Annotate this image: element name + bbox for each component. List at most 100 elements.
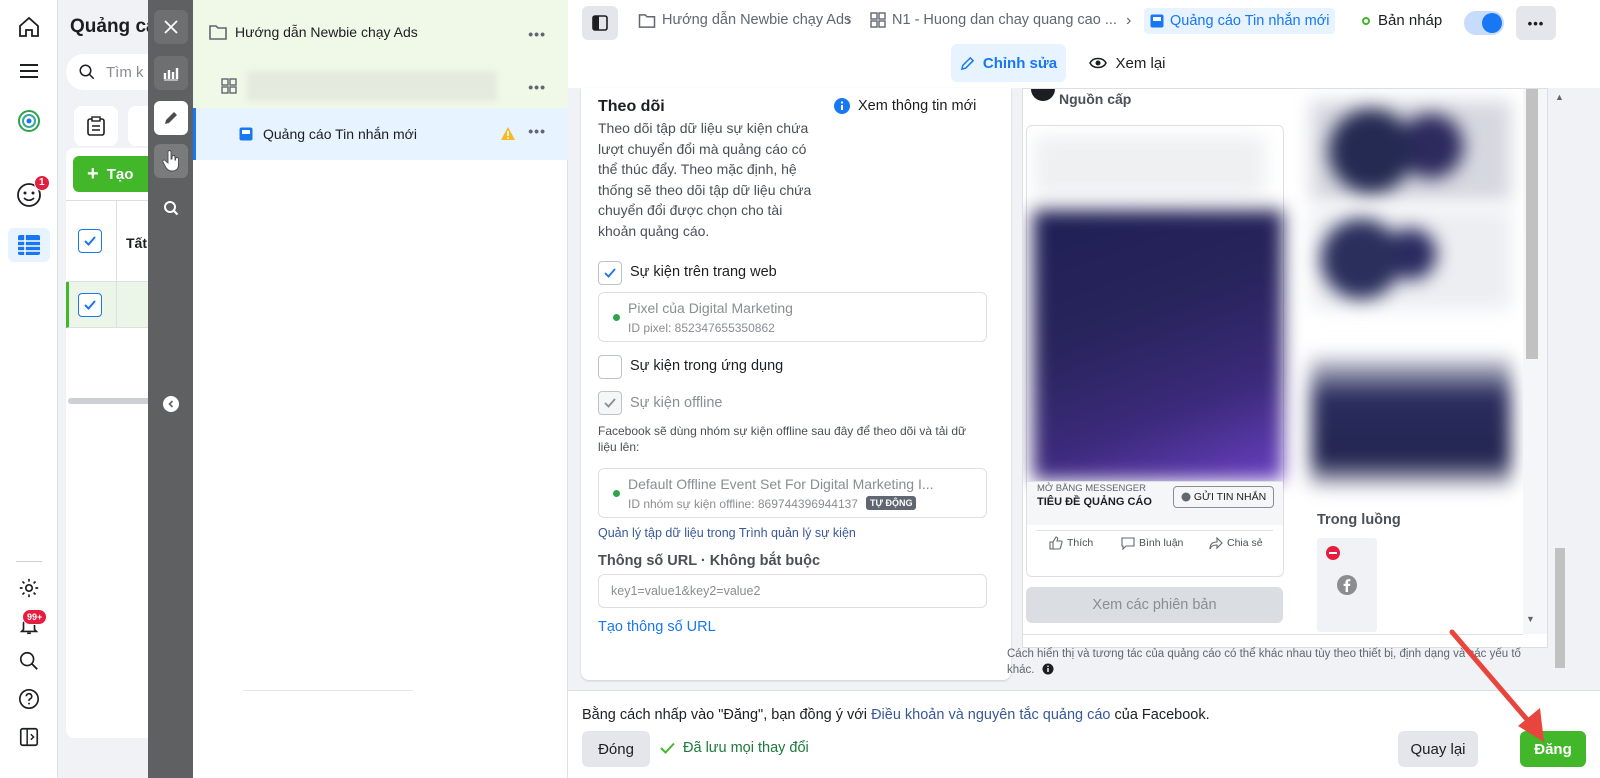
create-button[interactable]: + Tạo: [73, 156, 153, 192]
app-events-label: Sự kiện trong ứng dụng: [630, 358, 784, 374]
blurred-stories-preview: [1311, 101, 1511, 201]
breadcrumb-campaign-label: Hướng dẫn Newbie chạy Ads: [662, 12, 852, 28]
offline-set-id: ID nhóm sự kiện offline: 869744396944137: [628, 497, 858, 511]
feed-preview: Nguồn cấp MỞ BẰNG MESSENGER TIÊU ĐỀ QUẢN…: [1023, 89, 1301, 634]
reaction-divider: [1037, 530, 1273, 531]
collapse-panel-icon[interactable]: [16, 724, 42, 750]
info-icon: [834, 98, 850, 114]
collapse-toolbar-button[interactable]: [163, 396, 179, 412]
tab-review[interactable]: Xem lại: [1080, 44, 1175, 82]
terms-text: Bằng cách nhấp vào "Đăng", bạn đồng ý vớ…: [582, 707, 1210, 723]
more-options-icon[interactable]: •••: [528, 26, 546, 42]
cta-button-label: GỬI TIN NHẮN: [1193, 491, 1267, 503]
create-label: Tạo: [106, 165, 134, 183]
feed-post-card: MỞ BẰNG MESSENGER TIÊU ĐỀ QUẢNG CÁO GỬI …: [1026, 125, 1284, 577]
select-all-checkbox[interactable]: [78, 229, 102, 253]
grid-icon: [221, 78, 237, 94]
pixel-selector[interactable]: Pixel của Digital Marketing ID pixel: 85…: [598, 292, 987, 342]
tree-ad-row[interactable]: Quảng cáo Tin nhắn mới •••: [193, 108, 568, 160]
row-checkbox[interactable]: [78, 293, 102, 317]
pencil-icon: [165, 112, 177, 124]
column-all-label: Tất: [126, 235, 147, 251]
magnifier-chart-icon: [164, 201, 179, 216]
nav-divider: [16, 561, 42, 562]
instream-placement-card[interactable]: [1317, 538, 1377, 632]
tree-adset-row[interactable]: •••: [193, 64, 568, 108]
breadcrumb-ad[interactable]: Quảng cáo Tin nhắn mới: [1144, 8, 1336, 34]
build-url-link[interactable]: Tạo thông số URL: [598, 619, 716, 635]
more-options-icon[interactable]: •••: [528, 79, 546, 95]
charts-button[interactable]: [154, 56, 188, 90]
tracking-section: Theo dõi Xem thông tin mới Theo dõi tập …: [581, 88, 1011, 680]
close-editor-button[interactable]: [154, 10, 188, 44]
like-button[interactable]: Thích: [1049, 536, 1093, 550]
offline-events-checkbox[interactable]: [598, 391, 622, 415]
share-button[interactable]: Chia sẻ: [1209, 536, 1263, 550]
warning-icon[interactable]: [500, 126, 516, 141]
menu-icon[interactable]: [16, 58, 42, 84]
offline-event-set-selector[interactable]: Default Offline Event Set For Digital Ma…: [598, 468, 987, 518]
settings-gear-icon[interactable]: [16, 575, 42, 601]
close-button[interactable]: Đóng: [582, 731, 650, 767]
horizontal-scrollbar[interactable]: [68, 398, 158, 404]
inspect-button[interactable]: [154, 191, 188, 225]
breadcrumb-campaign[interactable]: Hướng dẫn Newbie chạy Ads: [638, 12, 851, 28]
tracking-title: Theo dõi: [598, 98, 665, 115]
info-icon[interactable]: [1042, 663, 1054, 675]
column-divider: [116, 201, 117, 283]
toggle-sidebar-button[interactable]: [582, 6, 618, 40]
info-link[interactable]: Xem thông tin mới: [834, 98, 976, 114]
web-events-checkbox[interactable]: [598, 261, 622, 285]
web-events-label: Sự kiện trên trang web: [630, 264, 777, 280]
help-icon[interactable]: [16, 686, 42, 712]
grid-icon: [870, 12, 886, 28]
more-options-button[interactable]: •••: [1516, 6, 1556, 40]
tree-campaign-row[interactable]: Hướng dẫn Newbie chạy Ads •••: [193, 0, 568, 64]
review-button[interactable]: [154, 144, 188, 178]
blurred-post-header: [1035, 136, 1265, 196]
tab-edit[interactable]: Chỉnh sửa: [951, 44, 1066, 82]
blurred-adset-name: [247, 71, 497, 101]
url-params-input[interactable]: key1=value1&key2=value2: [598, 574, 987, 608]
send-message-button[interactable]: GỬI TIN NHẮN: [1173, 486, 1274, 508]
breadcrumb-adset[interactable]: N1 - Huong dan chay quang cao ...: [870, 12, 1117, 28]
ad-toggle-switch[interactable]: [1464, 11, 1504, 35]
ad-icon: [1150, 14, 1164, 28]
breadcrumb-adset-label: N1 - Huong dan chay quang cao ...: [892, 12, 1117, 28]
home-icon[interactable]: [16, 14, 42, 40]
more-options-icon[interactable]: •••: [528, 123, 546, 139]
see-versions-button[interactable]: Xem các phiên bản: [1026, 587, 1283, 623]
search-icon[interactable]: [16, 648, 42, 674]
search-icon: [79, 64, 95, 80]
comment-icon: [1121, 537, 1135, 550]
tab-review-label: Xem lại: [1115, 54, 1166, 72]
like-label: Thích: [1067, 537, 1094, 549]
remove-icon[interactable]: [1326, 546, 1340, 560]
feed-label: Nguồn cấp: [1059, 91, 1132, 107]
app-events-checkbox[interactable]: [598, 355, 622, 379]
plus-icon: +: [87, 162, 99, 185]
breadcrumb-separator-icon: ›: [1126, 12, 1132, 29]
clipboard-tab-icon[interactable]: [74, 106, 118, 146]
close-icon: [164, 20, 178, 34]
breadcrumb-separator-icon: ›: [846, 12, 852, 29]
preview-scrollbar[interactable]: ▲ ▼: [1523, 89, 1547, 634]
manage-datasets-link[interactable]: Quản lý tập dữ liệu trong Trình quản lý …: [598, 526, 856, 540]
campaign-name: Hướng dẫn Newbie chạy Ads: [235, 24, 418, 40]
search-placeholder: Tìm k: [106, 63, 144, 81]
meta-business-logo-icon[interactable]: [16, 108, 42, 134]
terms-link[interactable]: Điều khoản và nguyên tắc quảng cáo: [871, 707, 1110, 723]
cta-caption: MỞ BẰNG MESSENGER: [1037, 483, 1146, 494]
auto-badge: TỰ ĐỘNG: [866, 496, 917, 510]
scrollbar-thumb[interactable]: [1526, 89, 1538, 359]
page-scrollbar[interactable]: ▲: [1552, 88, 1568, 680]
scroll-up-icon[interactable]: ▲: [1555, 92, 1564, 102]
url-params-placeholder: key1=value1&key2=value2: [611, 584, 761, 598]
active-status-dot: [613, 314, 620, 321]
edit-mode-button[interactable]: [154, 101, 188, 135]
comment-button[interactable]: Bình luận: [1121, 536, 1183, 550]
blurred-ad-image: [1033, 210, 1283, 480]
see-versions-label: Xem các phiên bản: [1092, 597, 1217, 613]
saved-label: Đã lưu mọi thay đổi: [683, 740, 809, 756]
ads-manager-table-icon[interactable]: [8, 228, 50, 262]
